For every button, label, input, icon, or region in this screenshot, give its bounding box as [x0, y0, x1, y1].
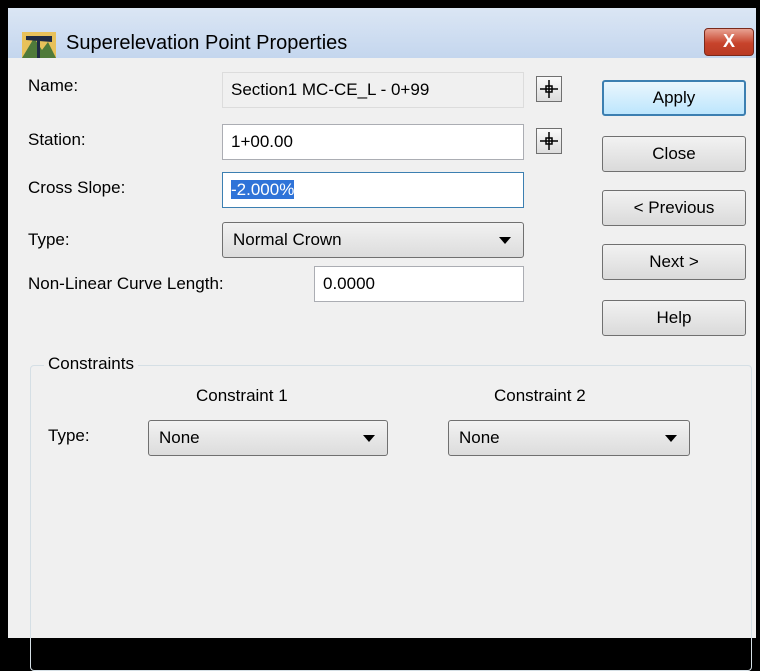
close-button[interactable]: Close	[602, 136, 746, 172]
help-button[interactable]: Help	[602, 300, 746, 336]
chevron-down-icon	[499, 237, 511, 244]
next-button[interactable]: Next >	[602, 244, 746, 280]
nonlinear-length-input[interactable]: 0.0000	[314, 266, 524, 302]
dialog-client-area: Name: Section1 MC-CE_L - 0+99 Station: 1…	[8, 58, 756, 671]
station-label: Station:	[28, 130, 86, 149]
dialog-window: Superelevation Point Properties X Name: …	[0, 0, 760, 671]
station-pick-button[interactable]	[536, 128, 562, 154]
name-field[interactable]: Section1 MC-CE_L - 0+99	[222, 72, 524, 108]
type-dropdown[interactable]: Normal Crown	[222, 222, 524, 258]
superelevation-app-icon	[22, 32, 56, 58]
cross-slope-label: Cross Slope:	[28, 178, 126, 197]
constraints-legend: Constraints	[44, 354, 138, 374]
apply-button[interactable]: Apply	[602, 80, 746, 116]
station-input[interactable]: 1+00.00	[222, 124, 524, 160]
nonlinear-length-label: Non-Linear Curve Length:	[28, 274, 224, 293]
constraint1-header: Constraint 1	[196, 386, 288, 405]
name-pick-button[interactable]	[536, 76, 562, 102]
constraint1-type-value: None	[159, 428, 200, 447]
name-label: Name:	[28, 76, 79, 95]
chevron-down-icon	[363, 435, 375, 442]
cross-slope-input[interactable]: -2.000%	[222, 172, 524, 208]
type-label: Type:	[28, 230, 70, 249]
crosshair-pick-icon	[540, 80, 558, 98]
type-dropdown-value: Normal Crown	[233, 230, 342, 249]
previous-button[interactable]: < Previous	[602, 190, 746, 226]
constraint2-header: Constraint 2	[494, 386, 586, 405]
close-window-button[interactable]: X	[704, 28, 754, 56]
chevron-down-icon	[665, 435, 677, 442]
cross-slope-selected-text: -2.000%	[231, 180, 295, 199]
constraint1-type-dropdown[interactable]: None	[148, 420, 388, 456]
crosshair-pick-icon	[540, 132, 558, 150]
constraint2-type-dropdown[interactable]: None	[448, 420, 690, 456]
close-icon: X	[722, 31, 735, 51]
constraints-group	[30, 365, 752, 671]
constraint2-type-value: None	[459, 428, 500, 447]
title-bar[interactable]: Superelevation Point Properties X	[8, 8, 756, 58]
window-title: Superelevation Point Properties	[66, 32, 348, 54]
constraint-type-label: Type:	[48, 426, 90, 445]
